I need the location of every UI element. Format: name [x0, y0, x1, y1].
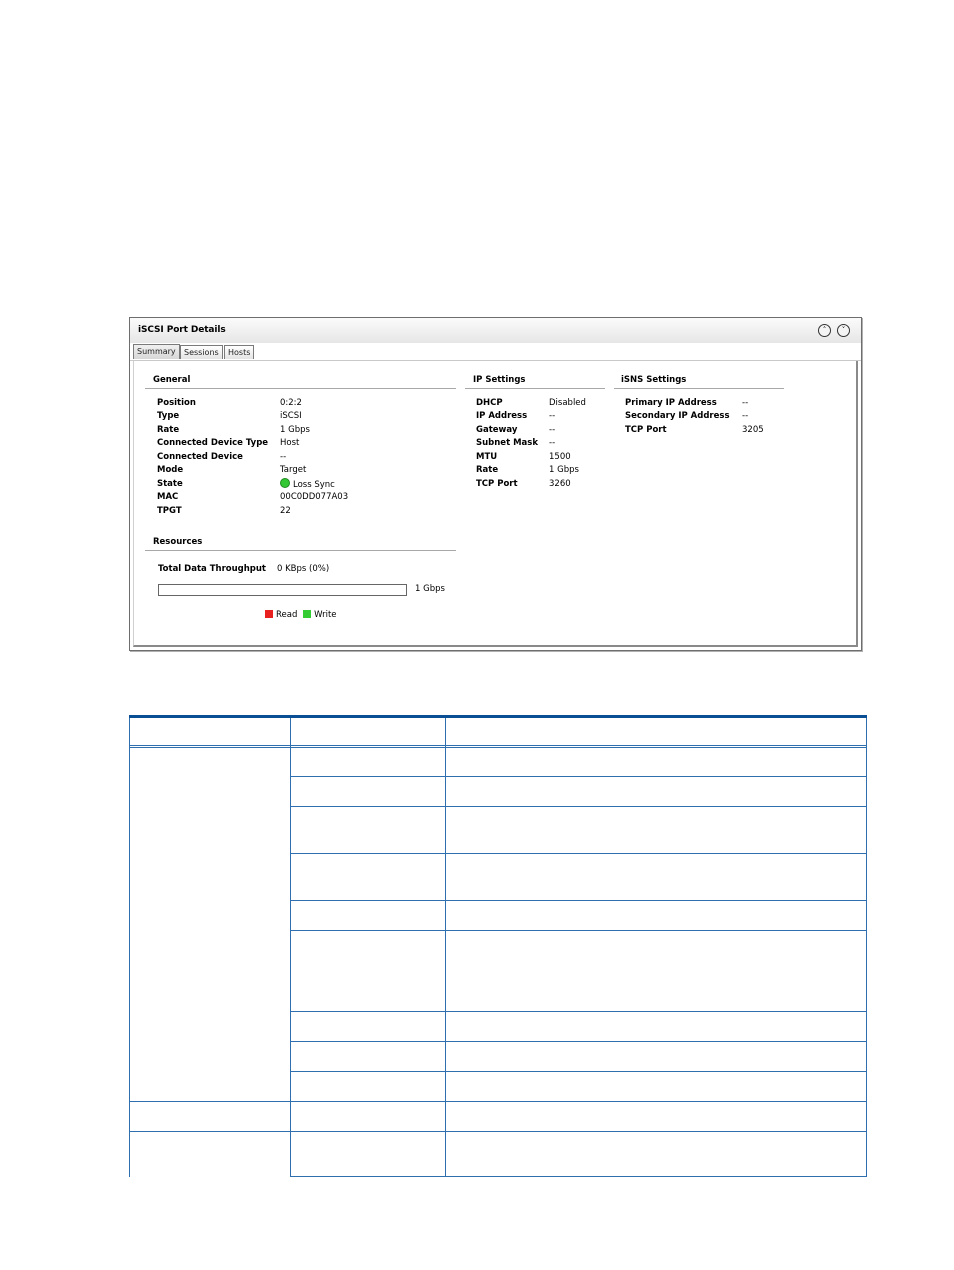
table-row-line — [290, 1071, 867, 1072]
table-col-line — [290, 718, 291, 1177]
panel-header: iSCSI Port Details ˄ ˅ — [130, 318, 861, 343]
tab-sessions[interactable]: Sessions — [180, 345, 223, 359]
legend-swatch-read — [265, 610, 273, 618]
field-value: 1 Gbps — [280, 425, 310, 435]
legend-label-write: Write — [314, 610, 337, 620]
table-row-line — [290, 1176, 867, 1177]
ip-settings-section-title: IP Settings — [473, 375, 526, 385]
field-value: 22 — [280, 506, 291, 516]
table-row-line — [290, 900, 867, 901]
field-value: Target — [280, 465, 307, 475]
field-value: 3260 — [549, 479, 571, 489]
resources-divider — [145, 550, 456, 551]
field-value: -- — [549, 425, 556, 435]
table-row-line — [129, 1131, 867, 1132]
field-value: -- — [549, 411, 556, 421]
table-col-line — [445, 718, 446, 1177]
field-value: 1500 — [549, 452, 571, 462]
chevron-down-circle-icon[interactable]: ˅ — [837, 324, 850, 337]
field-label: Connected Device Type — [157, 438, 269, 448]
table-row-line — [290, 853, 867, 854]
status-dot-icon — [280, 478, 290, 488]
legend-swatch-write — [303, 610, 312, 618]
field-label: Position — [157, 398, 196, 408]
field-label: Connected Device — [157, 452, 243, 462]
general-divider — [145, 388, 456, 389]
state-text: Loss Sync — [293, 480, 335, 490]
field-label: State — [157, 479, 183, 489]
field-value: 00C0DD077A03 — [280, 492, 349, 502]
throughput-bar-max: 1 Gbps — [415, 584, 445, 594]
isns-settings-section-title: iSNS Settings — [621, 375, 687, 385]
field-label: Subnet Mask — [476, 438, 539, 448]
field-label: TPGT — [157, 506, 182, 516]
resources-section-title: Resources — [153, 537, 203, 547]
table-col-line — [129, 718, 130, 1177]
field-value: 0:2:2 — [280, 398, 302, 408]
field-label: TCP Port — [625, 425, 667, 435]
table-row-line — [290, 776, 867, 777]
details-table — [129, 715, 867, 1177]
ip-settings-divider — [465, 388, 605, 389]
legend-label-read: Read — [276, 610, 298, 620]
field-value: -- — [742, 411, 749, 421]
field-label: TCP Port — [476, 479, 518, 489]
tab-summary[interactable]: Summary — [133, 344, 180, 359]
field-label: MTU — [476, 452, 498, 462]
field-value: 3205 — [742, 425, 764, 435]
field-value: -- — [549, 438, 556, 448]
table-row-line — [290, 1011, 867, 1012]
general-section-title: General — [153, 375, 191, 385]
field-label: Rate — [476, 465, 499, 475]
table-row-line — [290, 930, 867, 931]
field-value: -- — [280, 452, 287, 462]
field-label: Rate — [157, 425, 180, 435]
field-label: Gateway — [476, 425, 518, 435]
throughput-value: 0 KBps (0%) — [277, 564, 330, 574]
field-value: iSCSI — [280, 411, 302, 421]
panel-title: iSCSI Port Details — [138, 325, 226, 335]
table-row-line — [290, 1041, 867, 1042]
table-row-line — [290, 806, 867, 807]
field-value: 1 Gbps — [549, 465, 579, 475]
chevron-up-circle-icon[interactable]: ˄ — [818, 324, 831, 337]
field-label: DHCP — [476, 398, 503, 408]
field-label: Mode — [157, 465, 184, 475]
tab-hosts[interactable]: Hosts — [224, 345, 255, 359]
isns-settings-divider — [614, 388, 784, 389]
throughput-legend: Read Write — [265, 609, 337, 623]
field-label: Primary IP Address — [625, 398, 717, 408]
table-col-line — [866, 718, 867, 1177]
throughput-bar — [158, 584, 407, 596]
field-value: Host — [280, 438, 300, 448]
field-value: Disabled — [549, 398, 586, 408]
field-label: IP Address — [476, 411, 528, 421]
table-row-line — [129, 1101, 867, 1102]
field-value: -- — [742, 398, 749, 408]
table-header-bottom — [129, 747, 867, 748]
field-label: Secondary IP Address — [625, 411, 730, 421]
field-label: Type — [157, 411, 180, 421]
throughput-label: Total Data Throughput — [158, 564, 266, 574]
table-header-rule — [129, 715, 867, 718]
field-label: MAC — [157, 492, 179, 502]
table-header-bottom — [129, 745, 867, 746]
